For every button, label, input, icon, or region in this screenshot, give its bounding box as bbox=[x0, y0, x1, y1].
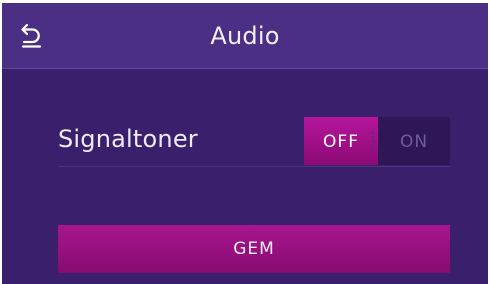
audio-settings-screen: Audio Signaltoner OFF ON GEM bbox=[2, 3, 488, 284]
toggle-separator bbox=[372, 132, 376, 150]
toggle-on-option[interactable]: ON bbox=[378, 117, 450, 165]
header-bar: Audio bbox=[2, 3, 488, 69]
back-button[interactable] bbox=[20, 23, 46, 49]
signal-tones-label: Signaltoner bbox=[58, 125, 198, 153]
undo-arrow-icon bbox=[21, 23, 42, 48]
toggle-on-label: ON bbox=[399, 132, 429, 152]
page-title: Audio bbox=[210, 22, 280, 50]
save-button[interactable]: GEM bbox=[58, 225, 450, 273]
signal-tones-toggle[interactable]: OFF ON bbox=[304, 117, 450, 165]
signal-tones-setting-row: Signaltoner OFF ON bbox=[58, 117, 450, 167]
toggle-off-label: OFF bbox=[323, 132, 359, 152]
toggle-off-option[interactable]: OFF bbox=[304, 117, 378, 165]
row-divider bbox=[58, 166, 450, 167]
